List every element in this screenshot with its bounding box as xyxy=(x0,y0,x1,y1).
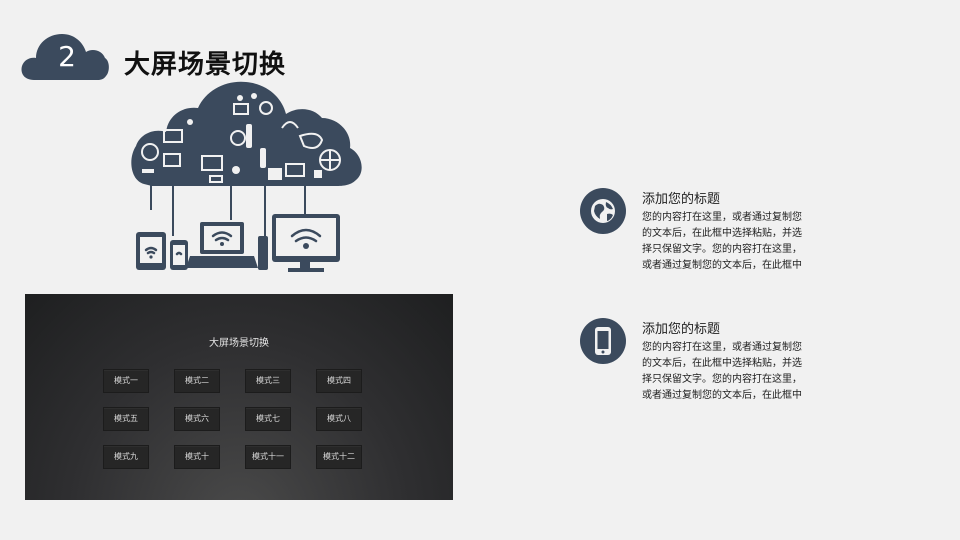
screen-scene-panel: 大屏场景切换 模式一 模式二 模式三 模式四 模式五 模式六 模式七 模式八 模… xyxy=(25,294,453,500)
globe-icon xyxy=(580,188,626,234)
feature-body-1: 您的内容打在这里，或者通过复制您的文本后，在此框中选择粘贴，并选择只保留文字。您… xyxy=(642,212,802,271)
mode-button-5[interactable]: 模式五 xyxy=(103,407,149,431)
mode-button-11[interactable]: 模式十一 xyxy=(245,445,291,469)
mode-button-7[interactable]: 模式七 xyxy=(245,407,291,431)
cloud-devices-illustration xyxy=(131,81,362,272)
mode-button-4[interactable]: 模式四 xyxy=(316,369,362,393)
mode-button-1[interactable]: 模式一 xyxy=(103,369,149,393)
feature-title-2: 添加您的标题 xyxy=(642,322,721,337)
feature-body-2: 您的内容打在这里，或者通过复制您的文本后，在此框中选择粘贴，并选择只保留文字。您… xyxy=(642,342,802,401)
mode-button-3[interactable]: 模式三 xyxy=(245,369,291,393)
mode-button-6[interactable]: 模式六 xyxy=(174,407,220,431)
mode-button-8[interactable]: 模式八 xyxy=(316,407,362,431)
mode-button-9[interactable]: 模式九 xyxy=(103,445,149,469)
mode-button-12[interactable]: 模式十二 xyxy=(316,445,362,469)
panel-title: 大屏场景切换 xyxy=(209,338,269,349)
section-number: 2 xyxy=(58,40,76,73)
smartphone-icon xyxy=(580,318,626,364)
feature-title-1: 添加您的标题 xyxy=(642,192,721,207)
section-badge: 2 xyxy=(20,30,110,82)
mode-button-2[interactable]: 模式二 xyxy=(174,369,220,393)
mode-button-10[interactable]: 模式十 xyxy=(174,445,220,469)
